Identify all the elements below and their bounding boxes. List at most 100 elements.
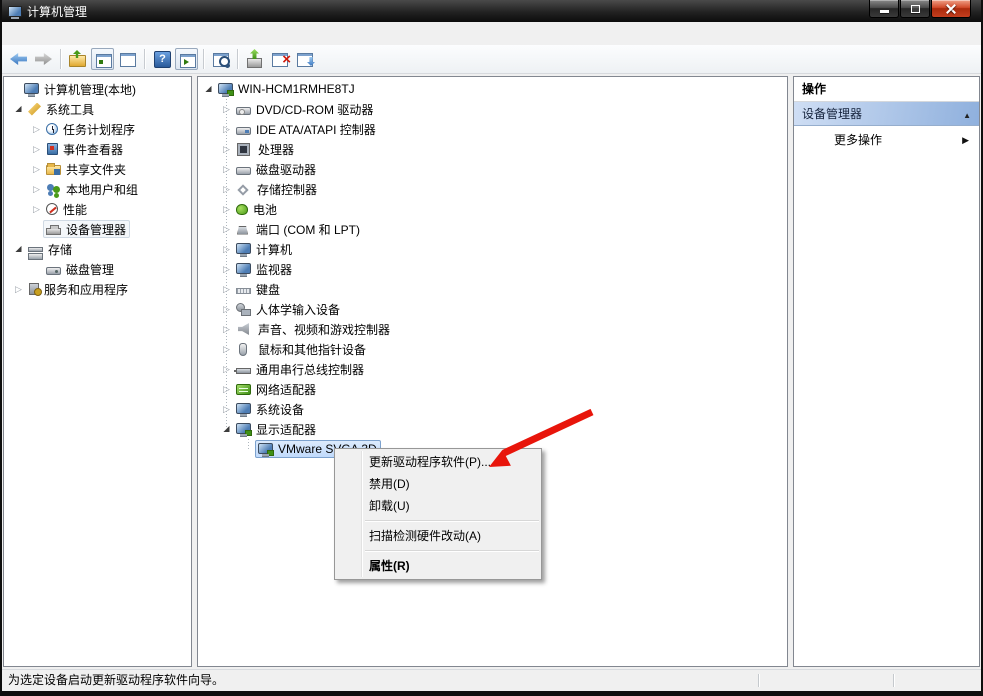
expander-icon[interactable]: ▷ [30, 159, 43, 179]
tree-item[interactable]: ▷ 通用串行总线控制器 [198, 359, 787, 379]
context-menu-item[interactable]: 禁用(D) [335, 473, 541, 495]
expander-icon[interactable]: ▷ [30, 139, 43, 159]
tree-item[interactable]: ▷ 端口 (COM 和 LPT) [198, 219, 787, 239]
toolbar-separator [203, 49, 204, 69]
statusbar-separator [758, 674, 759, 687]
more-actions-label: 更多操作 [834, 131, 962, 148]
tree-item-label: 磁盘驱动器 [256, 161, 316, 178]
tree-item[interactable]: 磁盘管理 [4, 259, 191, 279]
tree-item[interactable]: ▷ 磁盘驱动器 [198, 159, 787, 179]
item-icon [218, 83, 233, 94]
tree-item[interactable]: ▷ 计算机 [198, 239, 787, 259]
properties-icon[interactable] [116, 48, 139, 70]
back-icon[interactable] [7, 48, 30, 70]
tree-item-label: 共享文件夹 [66, 161, 126, 178]
tree-item[interactable]: ▷ 任务计划程序 [4, 119, 191, 139]
tree-item[interactable]: ▷ 人体学输入设备 [198, 299, 787, 319]
actions-section-header[interactable]: 设备管理器 [794, 102, 979, 126]
minimize-button[interactable] [869, 0, 899, 18]
update-driver-icon[interactable] [243, 48, 266, 70]
expander-icon[interactable]: ◢ [12, 99, 25, 119]
console-tree-icon[interactable] [91, 48, 114, 70]
tree-item-label: 处理器 [258, 141, 294, 158]
more-actions-item[interactable]: 更多操作 [794, 126, 979, 152]
tree-item[interactable]: 设备管理器 [4, 219, 191, 239]
expander-icon[interactable]: ▷ [30, 199, 43, 219]
expander-icon[interactable]: ◢ [12, 239, 25, 259]
context-menu-item[interactable]: 卸载(U) [335, 495, 541, 517]
tree-item-label: 键盘 [256, 281, 280, 298]
tree-item[interactable]: 计算机管理(本地) [4, 79, 191, 99]
context-menu-item[interactable]: 属性(R) [335, 555, 541, 577]
help-icon[interactable] [150, 48, 173, 70]
tree-item[interactable]: ▷ 电池 [198, 199, 787, 219]
tree-item[interactable]: ◢ 显示适配器 [198, 419, 787, 439]
tree-item[interactable]: ▷ 共享文件夹 [4, 159, 191, 179]
context-menu-item-label: 禁用(D) [369, 477, 410, 491]
item-icon [236, 263, 251, 274]
tree-item[interactable]: ▷ 声音、视频和游戏控制器 [198, 319, 787, 339]
item-icon [238, 144, 249, 155]
export-icon[interactable] [66, 48, 89, 70]
item-icon [258, 443, 273, 454]
item-icon [46, 203, 58, 215]
tree-item-label: 存储控制器 [257, 181, 317, 198]
tree-item[interactable]: ▷ 处理器 [198, 139, 787, 159]
toolbar-separator [237, 49, 238, 69]
tree-item[interactable]: ▷ 系统设备 [198, 399, 787, 419]
titlebar[interactable]: 计算机管理 [2, 0, 981, 22]
item-icon [236, 288, 251, 294]
tree-item-label: 任务计划程序 [63, 121, 135, 138]
item-icon [236, 403, 251, 414]
tree-item[interactable]: ▷ 本地用户和组 [4, 179, 191, 199]
expander-icon[interactable]: ▷ [12, 279, 25, 299]
scan-hardware-icon[interactable] [209, 48, 232, 70]
tree-guide-line [226, 99, 227, 429]
expander-icon[interactable]: ▷ [30, 179, 43, 199]
restore-button[interactable] [900, 0, 930, 18]
menu-separator [365, 520, 539, 522]
action-pane-icon[interactable] [175, 48, 198, 70]
expander-icon[interactable]: ◢ [202, 79, 215, 99]
submenu-arrow-icon [962, 132, 969, 146]
tree-item[interactable]: ◢ 存储 [4, 239, 191, 259]
context-menu-item[interactable]: 扫描检测硬件改动(A) [335, 525, 541, 547]
item-icon [29, 283, 39, 295]
item-icon [28, 103, 41, 116]
tree-item[interactable]: ◢ WIN-HCM1RMHE8TJ [198, 79, 787, 99]
tree-item[interactable]: ▷ 网络适配器 [198, 379, 787, 399]
uninstall-device-icon[interactable] [268, 48, 291, 70]
tree-item-label: DVD/CD-ROM 驱动器 [256, 101, 373, 118]
item-icon [236, 423, 251, 434]
forward-icon[interactable] [32, 48, 55, 70]
item-icon [46, 123, 58, 135]
item-icon [46, 228, 61, 235]
tree-item[interactable]: ▷ 鼠标和其他指针设备 [198, 339, 787, 359]
tree-item[interactable]: ▷ 服务和应用程序 [4, 279, 191, 299]
tree-item[interactable]: ▷ 存储控制器 [198, 179, 787, 199]
item-icon [236, 368, 251, 374]
close-icon [945, 3, 957, 15]
close-button[interactable] [931, 0, 971, 18]
tree-item[interactable]: ▷ 键盘 [198, 279, 787, 299]
tree-item-label: 设备管理器 [66, 221, 126, 238]
tree-item-label: 人体学输入设备 [256, 301, 340, 318]
expander-icon[interactable]: ▷ [30, 119, 43, 139]
tree-item[interactable]: ▷ 监视器 [198, 259, 787, 279]
tree-item[interactable]: ▷ DVD/CD-ROM 驱动器 [198, 99, 787, 119]
collapse-icon[interactable] [963, 107, 971, 121]
context-menu-item[interactable]: 更新驱动程序软件(P)... [335, 451, 541, 473]
tree-item-label: IDE ATA/ATAPI 控制器 [256, 121, 376, 138]
tree-item[interactable]: ▷ IDE ATA/ATAPI 控制器 [198, 119, 787, 139]
tree-item-label: 性能 [63, 201, 87, 218]
tree-item[interactable]: ▷ 事件查看器 [4, 139, 191, 159]
item-icon [236, 167, 251, 175]
item-icon [237, 184, 248, 195]
tree-item[interactable]: ◢ 系统工具 [4, 99, 191, 119]
tree-item-label: 电池 [253, 201, 277, 218]
status-text: 为选定设备启动更新驱动程序软件向导。 [8, 673, 224, 687]
disable-device-icon[interactable] [293, 48, 316, 70]
tree-item[interactable]: ▷ 性能 [4, 199, 191, 219]
context-menu-item-label: 属性(R) [369, 559, 410, 573]
tree-item-label: 端口 (COM 和 LPT) [256, 221, 360, 238]
